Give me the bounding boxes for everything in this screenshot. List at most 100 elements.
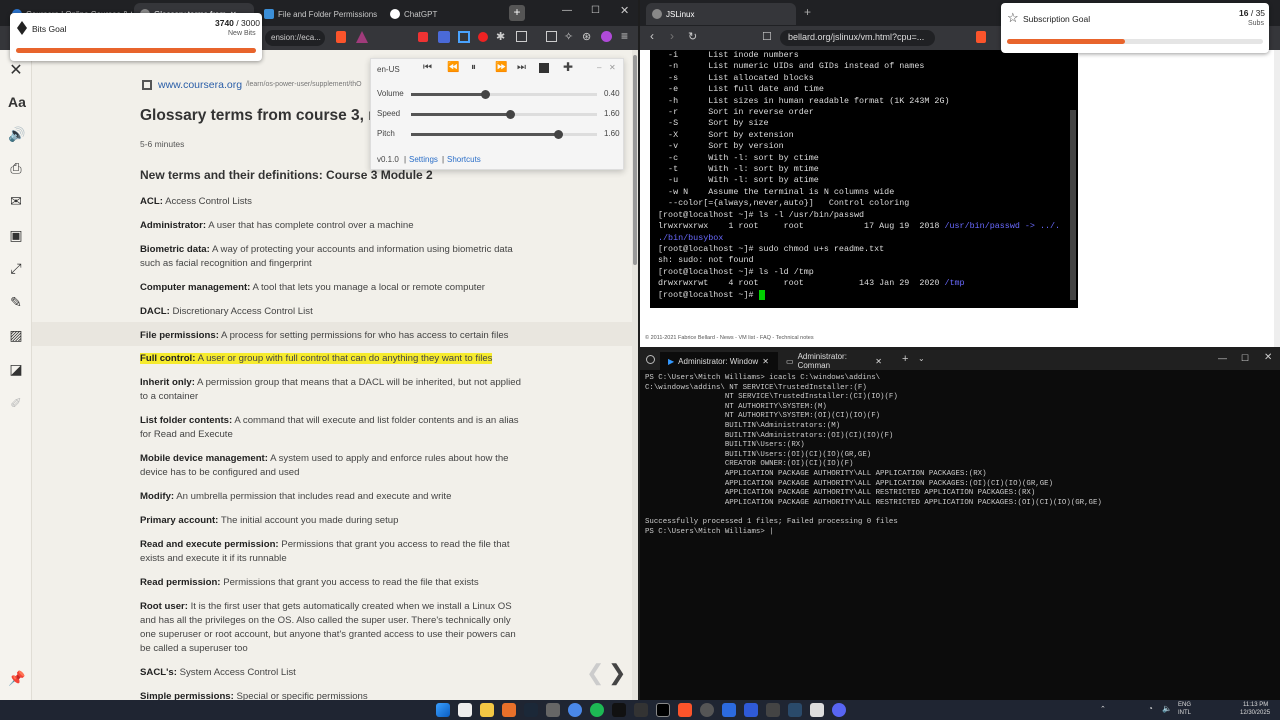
terminal-scrollbar[interactable] [1070,110,1076,300]
terminal-taskbar-icon[interactable] [656,703,670,717]
wallet-icon[interactable] [601,31,612,42]
next-page-icon[interactable]: ❯ [608,660,626,686]
file-explorer-icon[interactable] [480,703,494,717]
notepad-icon[interactable] [458,703,472,717]
previous-icon[interactable]: ⏪ [447,62,459,73]
settings-gear-icon[interactable] [700,703,714,717]
translate-ext-icon[interactable] [438,31,450,43]
new-tab-button[interactable]: + [804,5,811,19]
article-scrollbar[interactable] [632,50,638,700]
edit-icon[interactable]: ✎ [8,294,24,311]
steam-icon[interactable] [524,703,538,717]
discord-icon[interactable] [832,703,846,717]
wt-tab-2[interactable]: ▭ Administrator: Comman ✕ [778,352,890,370]
close-icon[interactable]: ✕ [8,60,24,80]
tab-file-permissions[interactable]: File and Folder Permissions [258,3,378,25]
address-bar[interactable]: ension://eca... [265,30,325,46]
next-icon[interactable]: ⏩ [495,62,507,73]
chrome-icon[interactable] [568,703,582,717]
image-icon[interactable]: ▨ [8,327,24,344]
site-link[interactable]: www.coursera.org [158,79,242,91]
stop-icon[interactable] [539,63,549,73]
scrollbar-thumb[interactable] [633,55,637,265]
split-view-icon[interactable] [546,31,557,42]
lang-eng[interactable]: ENG [1178,702,1191,708]
wt-tab-1[interactable]: ▶ Administrator: Window ✕ [660,352,778,370]
pitch-slider[interactable] [411,130,597,139]
app-icon[interactable] [722,703,736,717]
settings-link[interactable]: Settings [409,155,438,164]
maximize-icon[interactable]: ☐ [591,5,600,16]
jslinux-terminal[interactable]: -i List inode numbers -n List numeric UI… [650,50,1078,308]
record-ext-icon[interactable] [478,32,488,42]
chevron-down-icon[interactable]: ⌄ [918,354,925,363]
close-window-icon[interactable]: ✕ [1264,352,1272,363]
skip-forward-icon[interactable]: ⏭ [517,62,526,73]
speaker-icon[interactable]: 🔊 [8,126,25,143]
note-icon[interactable]: ◪ [8,361,24,378]
puzzle-icon[interactable]: ✱ [496,30,505,43]
shortcuts-link[interactable]: Shortcuts [447,155,481,164]
terminal-icon[interactable] [766,703,780,717]
close-icon[interactable]: ✕ [762,357,769,366]
reload-icon[interactable]: ↻ [688,30,697,43]
powershell-output[interactable]: PS C:\Users\Mitch Williams> icacls C:\wi… [645,374,1102,537]
brave-shield-icon[interactable] [336,31,346,43]
new-tab-button[interactable]: + [902,353,908,365]
chevron-up-icon[interactable]: ⌃ [1100,705,1106,713]
close-icon[interactable]: ✕ [609,63,616,72]
skip-back-icon[interactable]: ⏮ [423,62,432,73]
print-icon[interactable]: ⎙ [8,160,24,177]
brave-icon[interactable] [678,703,692,717]
maximize-icon[interactable]: ☐ [1241,353,1249,364]
app-icon[interactable] [634,703,648,717]
minimize-icon[interactable]: — [562,5,572,16]
fullscreen-icon[interactable]: ⤢ [8,260,24,277]
pin-icon[interactable]: 📌 [8,670,25,687]
menu-icon[interactable]: ≡ [621,29,628,43]
minimize-icon[interactable]: — [1218,353,1227,363]
clock-time[interactable]: 11:13 PM [1243,702,1268,708]
app-icon[interactable] [788,703,802,717]
screenshot-ext-icon[interactable] [458,31,470,43]
vpn-icon[interactable]: ⊛ [582,30,591,43]
tab-jslinux[interactable]: JSLinux [646,3,796,25]
save-icon[interactable]: ▣ [8,227,24,244]
close-icon[interactable]: ✕ [875,357,882,366]
clock-date[interactable]: 12/30/2025 [1240,710,1270,716]
app-icon[interactable] [546,703,560,717]
minimize-icon[interactable]: – [597,63,601,72]
wifi-icon[interactable]: ◔ [1148,704,1153,713]
spotify-icon[interactable] [590,703,604,717]
brave-rewards-icon[interactable] [356,31,368,43]
forward-icon[interactable]: › [670,29,674,43]
crosshair-icon[interactable]: ✚ [563,60,573,74]
lang-intl[interactable]: INTL [1178,710,1191,716]
font-size-icon[interactable]: Aa [8,94,26,110]
obs-icon[interactable] [612,703,626,717]
back-icon[interactable]: ‹ [650,29,654,43]
bookmark-icon[interactable]: ☐ [762,30,772,43]
sidebar-icon[interactable] [516,31,527,42]
speed-slider[interactable] [411,110,597,119]
email-icon[interactable]: ✉ [8,193,24,210]
app-icon[interactable] [810,703,824,717]
jslinux-footer[interactable]: © 2011-2021 Fabrice Bellard - News - VM … [645,335,814,341]
language-select[interactable]: en-US [377,65,400,74]
highlight-icon[interactable]: ✐ [8,395,24,412]
youtube-ext-icon[interactable] [418,32,428,42]
prev-page-icon[interactable]: ❮ [586,660,604,686]
brave-shield-icon[interactable] [976,31,986,43]
volume-slider[interactable] [411,90,597,99]
windows-start-icon[interactable] [436,703,450,717]
volume-icon[interactable]: 🔈 [1162,704,1172,713]
address-bar[interactable]: bellard.org/jslinux/vm.html?cpu=... [780,30,935,46]
vlc-icon[interactable] [502,703,516,717]
close-window-icon[interactable]: ✕ [620,4,629,17]
new-tab-button[interactable]: + [509,5,525,21]
leo-ai-icon[interactable]: ✧ [564,30,573,43]
tab-chatgpt[interactable]: ChatGPT [384,3,494,25]
page-scrollbar[interactable] [1274,50,1280,347]
pause-icon[interactable]: ⏸ [471,62,476,73]
app-icon[interactable] [744,703,758,717]
